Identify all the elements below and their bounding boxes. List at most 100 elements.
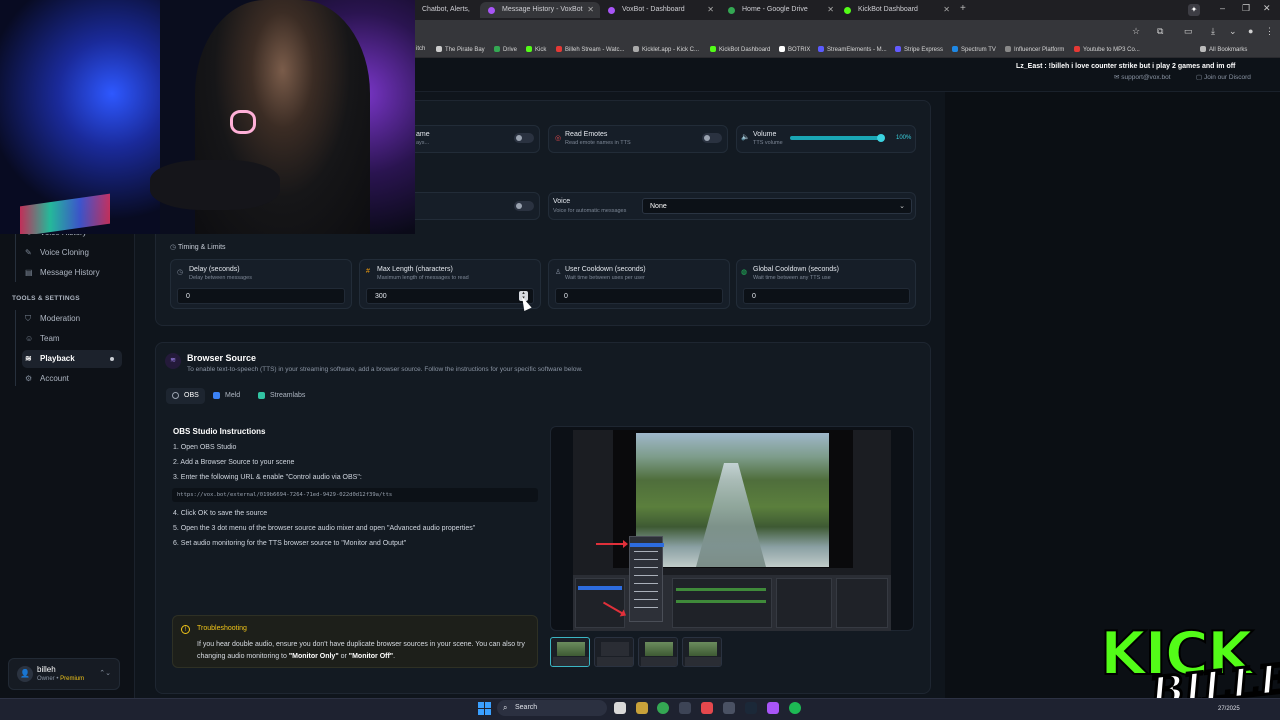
menu-line — [634, 575, 658, 576]
browser-tab-active[interactable]: Message History - VoxBot ✕ — [480, 2, 600, 18]
global-cooldown-input[interactable]: 0 — [743, 288, 910, 304]
browser-source-url[interactable]: https://vox.bot/external/019b6694-7264-7… — [172, 488, 538, 502]
extensions-icon[interactable]: ⧉ — [1157, 26, 1163, 37]
active-indicator — [110, 357, 114, 361]
tab-streamlabs[interactable]: Streamlabs — [252, 388, 311, 404]
new-tab-icon[interactable]: + — [960, 3, 966, 14]
all-bookmarks[interactable]: All Bookmarks — [1200, 46, 1247, 53]
restore-icon[interactable]: ❐ — [1242, 3, 1250, 14]
menu-line — [634, 551, 658, 552]
bookmark-item[interactable]: The Pirate Bay — [436, 46, 485, 53]
sidebar-item-moderation[interactable]: ⛉ Moderation — [22, 310, 122, 328]
bookmark-item[interactable]: Drive — [494, 46, 517, 53]
menu-line — [634, 559, 658, 560]
close-tab-icon[interactable]: ✕ — [587, 5, 594, 14]
download-icon[interactable]: ⤓ — [1211, 26, 1215, 37]
read-emotes-field — [548, 125, 728, 153]
max-length-input[interactable]: 300 — [366, 288, 534, 304]
toggle-switch[interactable] — [514, 133, 534, 143]
tab-obs[interactable]: OBS — [166, 388, 205, 404]
troubleshooting-text: If you hear double audio, ensure you don… — [197, 641, 525, 660]
menu-icon[interactable]: ⋮ — [1265, 26, 1274, 37]
team-icon: ☺ — [25, 334, 34, 343]
max-length-label: Max Length (characters) — [377, 266, 453, 273]
terminal-icon[interactable] — [679, 702, 691, 714]
youtube-icon — [1074, 46, 1080, 52]
tab-title: Message History - VoxBot — [502, 6, 583, 13]
discord-link[interactable]: ▢ Join our Discord — [1196, 73, 1251, 81]
bookmark-icon — [952, 46, 958, 52]
volume-slider[interactable] — [790, 136, 882, 140]
toggle-switch[interactable] — [514, 201, 534, 211]
gemini-icon[interactable]: ✦ — [1188, 4, 1200, 16]
bookmark-item[interactable]: Influencer Platform — [1005, 46, 1064, 53]
close-tab-icon[interactable]: ✕ — [707, 5, 714, 14]
instructions-title: OBS Studio Instructions — [173, 427, 266, 436]
spotify-icon[interactable] — [789, 702, 801, 714]
bookmark-item[interactable]: StreamElements - M... — [818, 46, 887, 53]
speaker-icon: 🔈 — [741, 134, 750, 141]
obs-icon — [172, 392, 179, 399]
read-emotes-toggle[interactable] — [702, 133, 722, 143]
globe-icon: ◍ — [741, 269, 748, 276]
bookmark-item[interactable]: BOTRIX — [779, 46, 810, 53]
steam-icon[interactable] — [745, 702, 757, 714]
drive-icon — [494, 46, 500, 52]
bookmark-item[interactable]: Kick — [526, 46, 546, 53]
minimize-icon[interactable]: – — [1220, 3, 1225, 13]
preview-thumbnail[interactable] — [682, 637, 722, 667]
browser-tab[interactable]: Home - Google Drive ✕ — [720, 2, 840, 18]
delay-label: Delay (seconds) — [189, 266, 240, 273]
bookmark-item[interactable]: Kicklet.app - Kick C... — [633, 46, 699, 53]
volume-slider-thumb[interactable] — [877, 134, 885, 142]
profile-icon[interactable]: ● — [1248, 26, 1253, 36]
bookmark-item[interactable]: Youtube to MP3 Co... — [1074, 46, 1140, 53]
app-icon[interactable] — [701, 702, 713, 714]
chrome-icon[interactable] — [657, 702, 669, 714]
user-cooldown-input[interactable]: 0 — [555, 288, 723, 304]
sidebar-item-voice-cloning[interactable]: ✎ Voice Cloning — [22, 244, 122, 262]
file-explorer-icon[interactable] — [614, 702, 626, 714]
bookmark-item[interactable]: itch — [416, 46, 425, 52]
user-menu[interactable]: 👤 billeh Owner • Premium ⌃⌄ — [8, 658, 120, 690]
cast-icon[interactable]: ▭ — [1184, 26, 1193, 37]
menu-line — [634, 599, 658, 600]
bookmark-item[interactable]: Stripe Express — [895, 46, 943, 53]
close-window-icon[interactable]: ✕ — [1263, 3, 1271, 14]
obs-context-menu — [629, 536, 664, 622]
close-tab-icon[interactable]: ✕ — [943, 5, 950, 14]
preview-thumbnail[interactable] — [550, 637, 590, 667]
sidebar-item-playback[interactable]: ≋ Playback — [22, 350, 122, 368]
taskbar-search[interactable]: ⌕ Search — [497, 700, 607, 716]
hash-icon: # — [366, 268, 370, 275]
preview-thumbnail[interactable] — [638, 637, 678, 667]
bookmark-item[interactable]: KickBot Dashboard — [710, 46, 770, 53]
close-tab-icon[interactable]: ✕ — [827, 5, 834, 14]
voice-select[interactable]: None ⌄ — [642, 198, 912, 214]
folder-icon[interactable] — [636, 702, 648, 714]
menu-line — [634, 583, 658, 584]
sidebar-item-account[interactable]: ⚙ Account — [22, 370, 122, 388]
tab-meld[interactable]: Meld — [207, 388, 246, 404]
star-icon[interactable]: ☆ — [1132, 26, 1140, 37]
volume-value: 100% — [896, 135, 912, 141]
browser-tab[interactable]: VoxBot - Dashboard ✕ — [600, 2, 720, 18]
app-icon[interactable] — [723, 702, 735, 714]
sidebar-item-message-history[interactable]: ▤ Message History — [22, 264, 122, 282]
instruction-step: 5. Open the 3 dot menu of the browser so… — [173, 525, 476, 532]
sidebar-item-team[interactable]: ☺ Team — [22, 330, 122, 348]
info-icon: ! — [181, 625, 190, 634]
bookmark-item[interactable]: Spectrum TV — [952, 46, 996, 53]
tab-search-icon[interactable]: ⌄ — [1229, 26, 1237, 37]
app-icon[interactable] — [767, 702, 779, 714]
tab-title: VoxBot - Dashboard — [622, 6, 685, 13]
windows-start-icon[interactable] — [478, 702, 491, 715]
read-emotes-sub: Read emote names in TTS — [565, 140, 631, 146]
support-link[interactable]: ✉ support@vox.bot — [1114, 73, 1171, 81]
menu-line — [634, 591, 658, 592]
tab-favicon-icon — [728, 7, 735, 14]
browser-tab[interactable]: KickBot Dashboard ✕ — [836, 2, 956, 18]
bookmark-item[interactable]: Billeh Stream - Watc... — [556, 46, 624, 53]
delay-input[interactable]: 0 — [177, 288, 345, 304]
preview-thumbnail[interactable] — [594, 637, 634, 667]
